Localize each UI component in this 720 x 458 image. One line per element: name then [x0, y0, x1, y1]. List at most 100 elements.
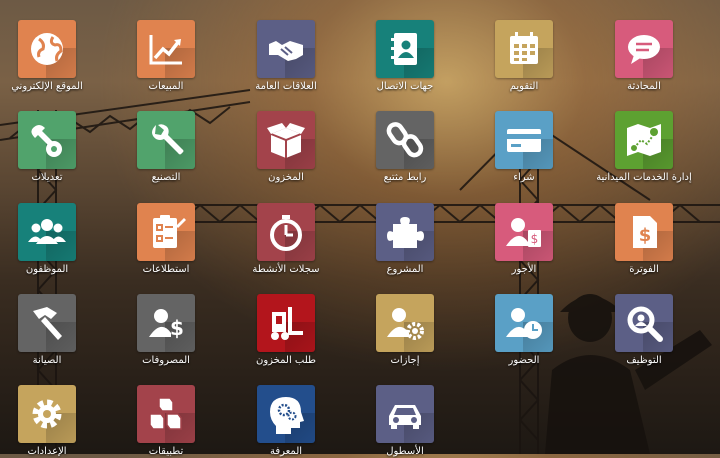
app-label: تعديلات	[31, 172, 63, 183]
app-label: تطبيقات	[148, 446, 184, 457]
puzzle-icon	[387, 217, 424, 248]
app-label: التقويم	[509, 81, 539, 92]
credit-card-icon	[507, 129, 541, 152]
app-wrench[interactable]: التصنيع	[111, 111, 221, 184]
app-label: جهات الاتصال	[376, 81, 434, 92]
svg-text:$: $	[531, 232, 539, 246]
app-stopwatch[interactable]: سجلات الأنشطة	[231, 203, 341, 276]
app-user-gear[interactable]: إجازات	[350, 294, 460, 367]
app-chart-up[interactable]: المبيعات	[111, 20, 221, 93]
app-label: سجلات الأنشطة	[252, 264, 320, 275]
app-user-clock[interactable]: الحضور	[469, 294, 579, 367]
app-tile	[137, 20, 195, 78]
app-label: المحادثة	[627, 81, 661, 92]
app-tile	[615, 20, 673, 78]
app-tile: $	[495, 203, 553, 261]
app-tile	[495, 20, 553, 78]
app-tile	[18, 203, 76, 261]
app-label: المخزون	[268, 172, 304, 183]
app-tile	[257, 385, 315, 443]
app-expense[interactable]: $ المصروفات	[111, 294, 221, 367]
hammer-icon	[33, 307, 62, 340]
app-tile	[257, 20, 315, 78]
app-label: العلاقات العامة	[255, 81, 317, 92]
app-box[interactable]: المخزون	[231, 111, 341, 184]
user-clock-icon	[506, 308, 542, 339]
app-grid: الموقع الإلكتروني المبيعات العلاقات العامة…	[0, 0, 720, 457]
app-tile	[615, 294, 673, 352]
app-label: المعرفة	[269, 446, 303, 457]
svg-text:$: $	[170, 316, 184, 340]
survey-icon	[153, 215, 186, 248]
app-tile	[137, 385, 195, 443]
payroll-icon: $	[506, 218, 541, 247]
app-tile	[257, 294, 315, 352]
app-handshake[interactable]: العلاقات العامة	[231, 20, 341, 93]
app-tile	[376, 385, 434, 443]
app-tile	[18, 294, 76, 352]
forklift-icon	[271, 307, 303, 340]
app-label: الأسطول	[386, 446, 424, 457]
app-label: التوظيف	[626, 355, 662, 366]
chart-up-icon	[149, 35, 182, 65]
app-tile	[376, 294, 434, 352]
wrench-icon	[152, 124, 184, 155]
app-tile	[615, 111, 673, 169]
user-gear-icon	[387, 308, 424, 340]
app-label: الموظفون	[25, 264, 69, 275]
expense-icon: $	[149, 309, 184, 340]
app-globe[interactable]: الموقع الإلكتروني	[0, 20, 102, 93]
app-label: الصيانة	[32, 355, 62, 366]
app-tile	[137, 203, 195, 261]
app-link[interactable]: رابط مثتبع	[350, 111, 460, 184]
app-label: الإعدادات	[27, 446, 67, 457]
cubes-icon	[149, 397, 182, 430]
app-label: الفوترة	[629, 264, 659, 275]
app-tile	[257, 203, 315, 261]
calendar-icon	[510, 32, 538, 64]
app-hammer[interactable]: الصيانة	[0, 294, 102, 367]
app-invoice[interactable]: $ الفوترة	[589, 203, 699, 276]
app-tile	[376, 20, 434, 78]
app-label: شراء	[513, 172, 535, 183]
globe-icon	[31, 33, 63, 65]
app-gear[interactable]: الإعدادات	[0, 385, 102, 458]
app-tile	[137, 111, 195, 169]
app-label: التصنيع	[151, 172, 181, 183]
stopwatch-icon	[270, 215, 302, 251]
app-brain-head[interactable]: المعرفة	[231, 385, 341, 458]
app-label: المشروع	[386, 264, 424, 275]
app-chat[interactable]: المحادثة	[589, 20, 699, 93]
app-tile	[257, 111, 315, 169]
brain-head-icon	[270, 397, 304, 434]
app-map-pin[interactable]: إدارة الخدمات الميدانية	[589, 111, 699, 184]
app-survey[interactable]: استطلاعات	[111, 203, 221, 276]
app-puzzle[interactable]: المشروع	[350, 203, 460, 276]
app-car[interactable]: الأسطول	[350, 385, 460, 458]
app-label: رابط مثتبع	[383, 172, 427, 183]
magnifier-icon	[627, 306, 663, 342]
app-tools[interactable]: تعديلات	[0, 111, 102, 184]
app-tile	[376, 203, 434, 261]
app-address-book[interactable]: جهات الاتصال	[350, 20, 460, 93]
app-forklift[interactable]: طلب المخزون	[231, 294, 341, 367]
app-users[interactable]: الموظفون	[0, 203, 102, 276]
map-pin-icon	[627, 124, 661, 156]
app-calendar[interactable]: التقويم	[469, 20, 579, 93]
app-label: الحضور	[508, 355, 540, 366]
app-tile	[18, 385, 76, 443]
app-tile: $	[615, 203, 673, 261]
app-cubes[interactable]: تطبيقات	[111, 385, 221, 458]
app-label: إدارة الخدمات الميدانية	[596, 172, 692, 183]
app-credit-card[interactable]: شراء	[469, 111, 579, 184]
app-tile	[495, 111, 553, 169]
box-icon	[267, 123, 305, 158]
app-magnifier[interactable]: التوظيف	[589, 294, 699, 367]
app-payroll[interactable]: $ الأجور	[469, 203, 579, 276]
app-label: إجازات	[390, 355, 420, 366]
app-label: المصروفات	[142, 355, 190, 366]
app-label: المبيعات	[148, 81, 184, 92]
invoice-icon: $	[633, 216, 657, 248]
car-icon	[389, 405, 421, 429]
handshake-icon	[269, 41, 303, 61]
